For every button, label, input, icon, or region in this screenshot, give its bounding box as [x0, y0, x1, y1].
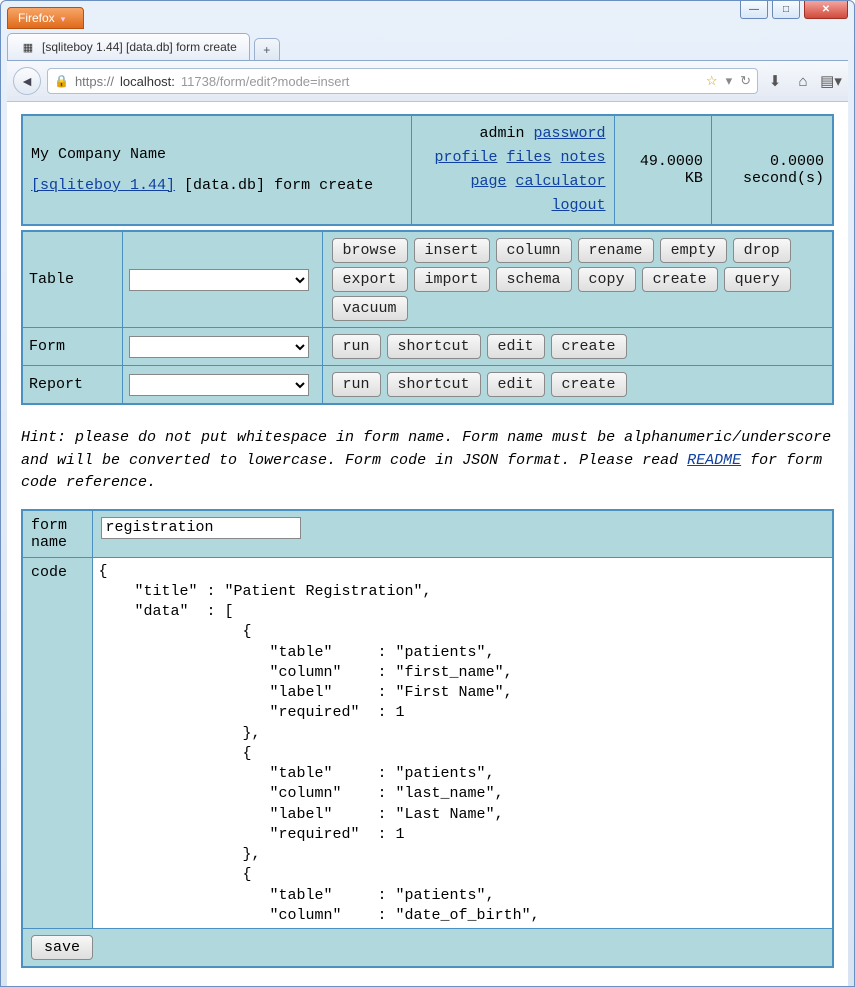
- table-empty-button[interactable]: empty: [660, 238, 727, 263]
- report-shortcut-button[interactable]: shortcut: [387, 372, 481, 397]
- url-host: localhost:: [120, 74, 175, 89]
- report-select[interactable]: [129, 374, 309, 396]
- table-query-button[interactable]: query: [724, 267, 791, 292]
- table-export-button[interactable]: export: [332, 267, 408, 292]
- table-browse-button[interactable]: browse: [332, 238, 408, 263]
- table-buttons-cell: browseinsertcolumnrenameemptydrop exporti…: [322, 231, 833, 328]
- url-path: 11738/form/edit?mode=insert: [181, 74, 700, 89]
- nav-toolbar: ◄ 🔒 https:// localhost: 11738/form/edit?mo…: [7, 61, 848, 102]
- page-link[interactable]: page: [470, 173, 506, 190]
- window-maximize-button[interactable]: □: [772, 1, 800, 19]
- form-select[interactable]: [129, 336, 309, 358]
- table-column-button[interactable]: column: [496, 238, 572, 263]
- form-shortcut-button[interactable]: shortcut: [387, 334, 481, 359]
- table-schema-button[interactable]: schema: [496, 267, 572, 292]
- files-link[interactable]: files: [506, 149, 551, 166]
- table-row-label: Table: [22, 231, 122, 328]
- profile-link[interactable]: profile: [434, 149, 497, 166]
- new-tab-button[interactable]: +: [254, 38, 280, 60]
- window-frame: — □ ✕ Firefox ▦ [sqliteboy 1.44] [data.d…: [0, 0, 855, 987]
- tab-bar: ▦ [sqliteboy 1.44] [data.db] form create…: [7, 33, 848, 61]
- calculator-link[interactable]: calculator: [516, 173, 606, 190]
- table-create-button[interactable]: create: [642, 267, 718, 292]
- downloads-icon[interactable]: ⬇: [764, 70, 786, 92]
- dropdown-icon[interactable]: ▾: [726, 73, 733, 89]
- table-import-button[interactable]: import: [414, 267, 490, 292]
- form-buttons-cell: runshortcuteditcreate: [322, 328, 833, 366]
- table-select[interactable]: [129, 269, 309, 291]
- bookmarks-menu-icon[interactable]: ▤▾: [820, 70, 842, 92]
- logout-link[interactable]: logout: [552, 197, 606, 214]
- page-title: form create: [274, 177, 373, 194]
- report-create-button[interactable]: create: [551, 372, 627, 397]
- password-link[interactable]: password: [534, 125, 606, 142]
- home-icon[interactable]: ⌂: [792, 70, 814, 92]
- company-name: My Company Name: [31, 146, 403, 163]
- user-label: admin: [479, 125, 524, 142]
- form-create-button[interactable]: create: [551, 334, 627, 359]
- url-scheme: https://: [75, 74, 114, 89]
- header-table: My Company Name [sqliteboy 1.44] [data.d…: [21, 114, 834, 226]
- save-button[interactable]: save: [31, 935, 93, 960]
- window-minimize-button[interactable]: —: [740, 1, 768, 19]
- report-buttons-cell: runshortcuteditcreate: [322, 366, 833, 405]
- form-edit-table: form name code save: [21, 509, 834, 968]
- firefox-menu-button[interactable]: Firefox: [7, 7, 84, 29]
- table-drop-button[interactable]: drop: [733, 238, 791, 263]
- tab-favicon-icon: ▦: [20, 39, 36, 55]
- back-button[interactable]: ◄: [13, 67, 41, 95]
- form-row-label: Form: [22, 328, 122, 366]
- form-name-label: form name: [22, 510, 92, 558]
- form-name-input[interactable]: [101, 517, 301, 539]
- time-unit: second(s): [743, 170, 824, 187]
- db-name: [data.db]: [184, 177, 265, 194]
- code-textarea[interactable]: [93, 558, 833, 928]
- reload-icon[interactable]: ↻: [740, 73, 751, 89]
- report-row-label: Report: [22, 366, 122, 405]
- bookmark-star-icon[interactable]: ☆: [706, 73, 718, 89]
- hint-text: Hint: please do not put whitespace in fo…: [21, 427, 834, 495]
- browser-tab[interactable]: ▦ [sqliteboy 1.44] [data.db] form create: [7, 33, 250, 60]
- tab-title: [sqliteboy 1.44] [data.db] form create: [42, 40, 237, 54]
- page-content: My Company Name [sqliteboy 1.44] [data.d…: [7, 102, 848, 986]
- size-unit: KB: [685, 170, 703, 187]
- table-copy-button[interactable]: copy: [578, 267, 636, 292]
- form-edit-button[interactable]: edit: [487, 334, 545, 359]
- window-close-button[interactable]: ✕: [804, 1, 848, 19]
- table-vacuum-button[interactable]: vacuum: [332, 296, 408, 321]
- readme-link[interactable]: README: [687, 452, 741, 469]
- table-insert-button[interactable]: insert: [414, 238, 490, 263]
- size-value: 49.0000: [640, 153, 703, 170]
- toolbar-table: Table browseinsertcolumnrenameemptydrop e…: [21, 230, 834, 405]
- time-value: 0.0000: [770, 153, 824, 170]
- url-bar[interactable]: 🔒 https:// localhost: 11738/form/edit?mode…: [47, 68, 758, 94]
- brand-link[interactable]: [sqliteboy 1.44]: [31, 177, 175, 194]
- notes-link[interactable]: notes: [561, 149, 606, 166]
- table-rename-button[interactable]: rename: [578, 238, 654, 263]
- lock-icon: 🔒: [54, 74, 69, 88]
- report-run-button[interactable]: run: [332, 372, 381, 397]
- form-run-button[interactable]: run: [332, 334, 381, 359]
- report-edit-button[interactable]: edit: [487, 372, 545, 397]
- code-label: code: [22, 557, 92, 928]
